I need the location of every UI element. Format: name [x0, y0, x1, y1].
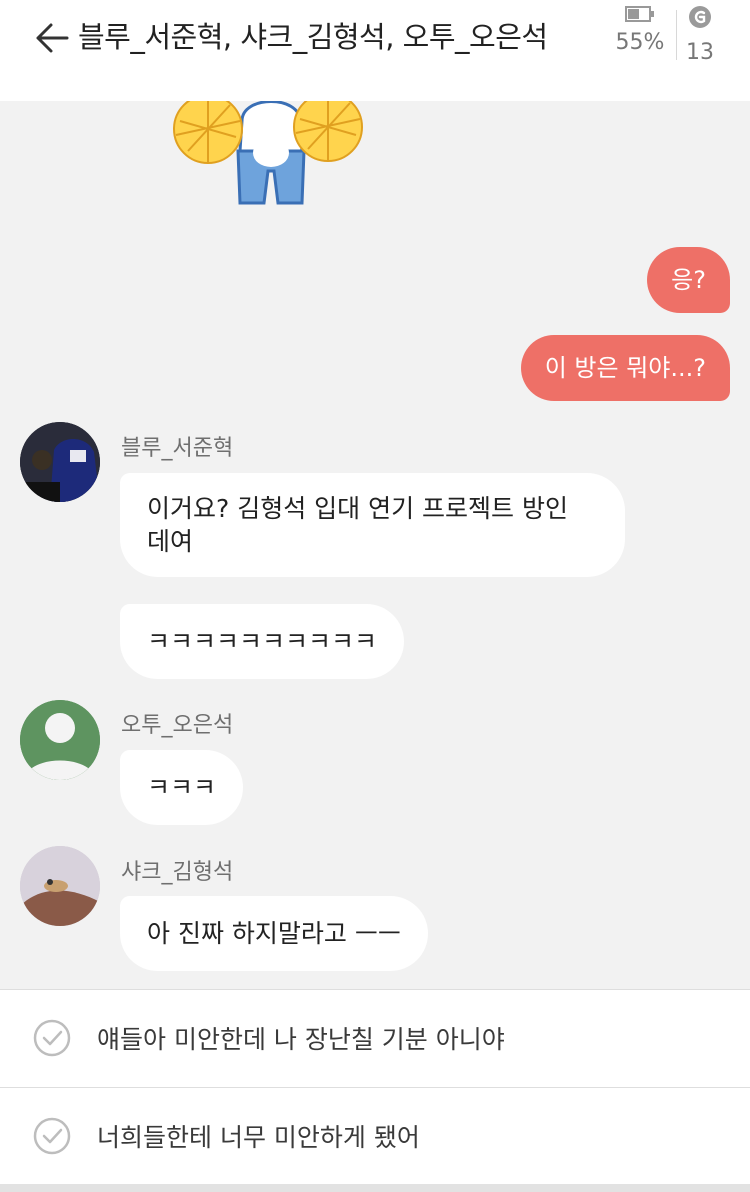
avatar-default[interactable]: [20, 700, 100, 780]
coin-icon: [689, 6, 711, 28]
reply-choice-text: 얘들아 미안한데 나 장난칠 기분 아니야: [97, 1025, 505, 1054]
avatar-shark[interactable]: [20, 846, 100, 926]
arrow-left-icon: [36, 23, 69, 53]
sender-name: 오투_오은석: [121, 713, 234, 738]
sender-name: 블루_서준혁: [121, 436, 234, 461]
battery-indicator: 55%: [612, 6, 668, 55]
header-divider: [676, 10, 677, 60]
person-icon: [20, 700, 100, 780]
message-bubble[interactable]: ㅋㅋㅋㅋㅋㅋㅋㅋㅋㅋ: [120, 604, 405, 679]
chat-area[interactable]: 응? 이 방은 뭐야...? 블루_서준혁 이거요? 김형석 입대 연기 프로젝…: [0, 101, 750, 989]
my-message-bubble[interactable]: 응?: [647, 247, 730, 313]
battery-icon: [625, 6, 655, 22]
check-circle-icon: [33, 1117, 71, 1155]
message-line: 이거요? 김형석 입대 연기 프로젝트 방인: [147, 494, 569, 523]
check-circle-icon: [33, 1019, 71, 1057]
avatar-blue[interactable]: [20, 422, 100, 502]
my-message-bubble[interactable]: 이 방은 뭐야...?: [520, 335, 730, 401]
battery-percent: 55%: [615, 30, 665, 55]
chat-header: 블루_서준혁, 샤크_김형석, 오투_오은석 55% 13: [0, 0, 750, 101]
chat-title: 블루_서준혁, 샤크_김형석, 오투_오은석: [78, 20, 548, 54]
sender-name: 샤크_김형석: [121, 860, 234, 885]
message-bubble[interactable]: 이거요? 김형석 입대 연기 프로젝트 방인 데여: [120, 473, 625, 577]
coin-count: 13: [686, 40, 714, 65]
reply-choice-text: 너희들한테 너무 미안하게 됐어: [97, 1123, 420, 1152]
cheerleader-sticker: [173, 101, 363, 205]
reply-choices: 얘들아 미안한데 나 장난칠 기분 아니야 너희들한테 너무 미안하게 됐어: [0, 989, 750, 1192]
back-button[interactable]: [34, 20, 70, 56]
message-bubble[interactable]: 아 진짜 하지말라고 ㅡㅡ: [120, 896, 428, 971]
reply-choice[interactable]: 얘들아 미안한데 나 장난칠 기분 아니야: [0, 989, 750, 1086]
message-bubble[interactable]: ㅋㅋㅋ: [120, 750, 244, 825]
bottom-edge: [0, 1184, 750, 1192]
coin-indicator[interactable]: 13: [680, 4, 720, 65]
reply-choice[interactable]: 너희들한테 너무 미안하게 됐어: [0, 1087, 750, 1184]
message-line: 데여: [147, 527, 194, 556]
